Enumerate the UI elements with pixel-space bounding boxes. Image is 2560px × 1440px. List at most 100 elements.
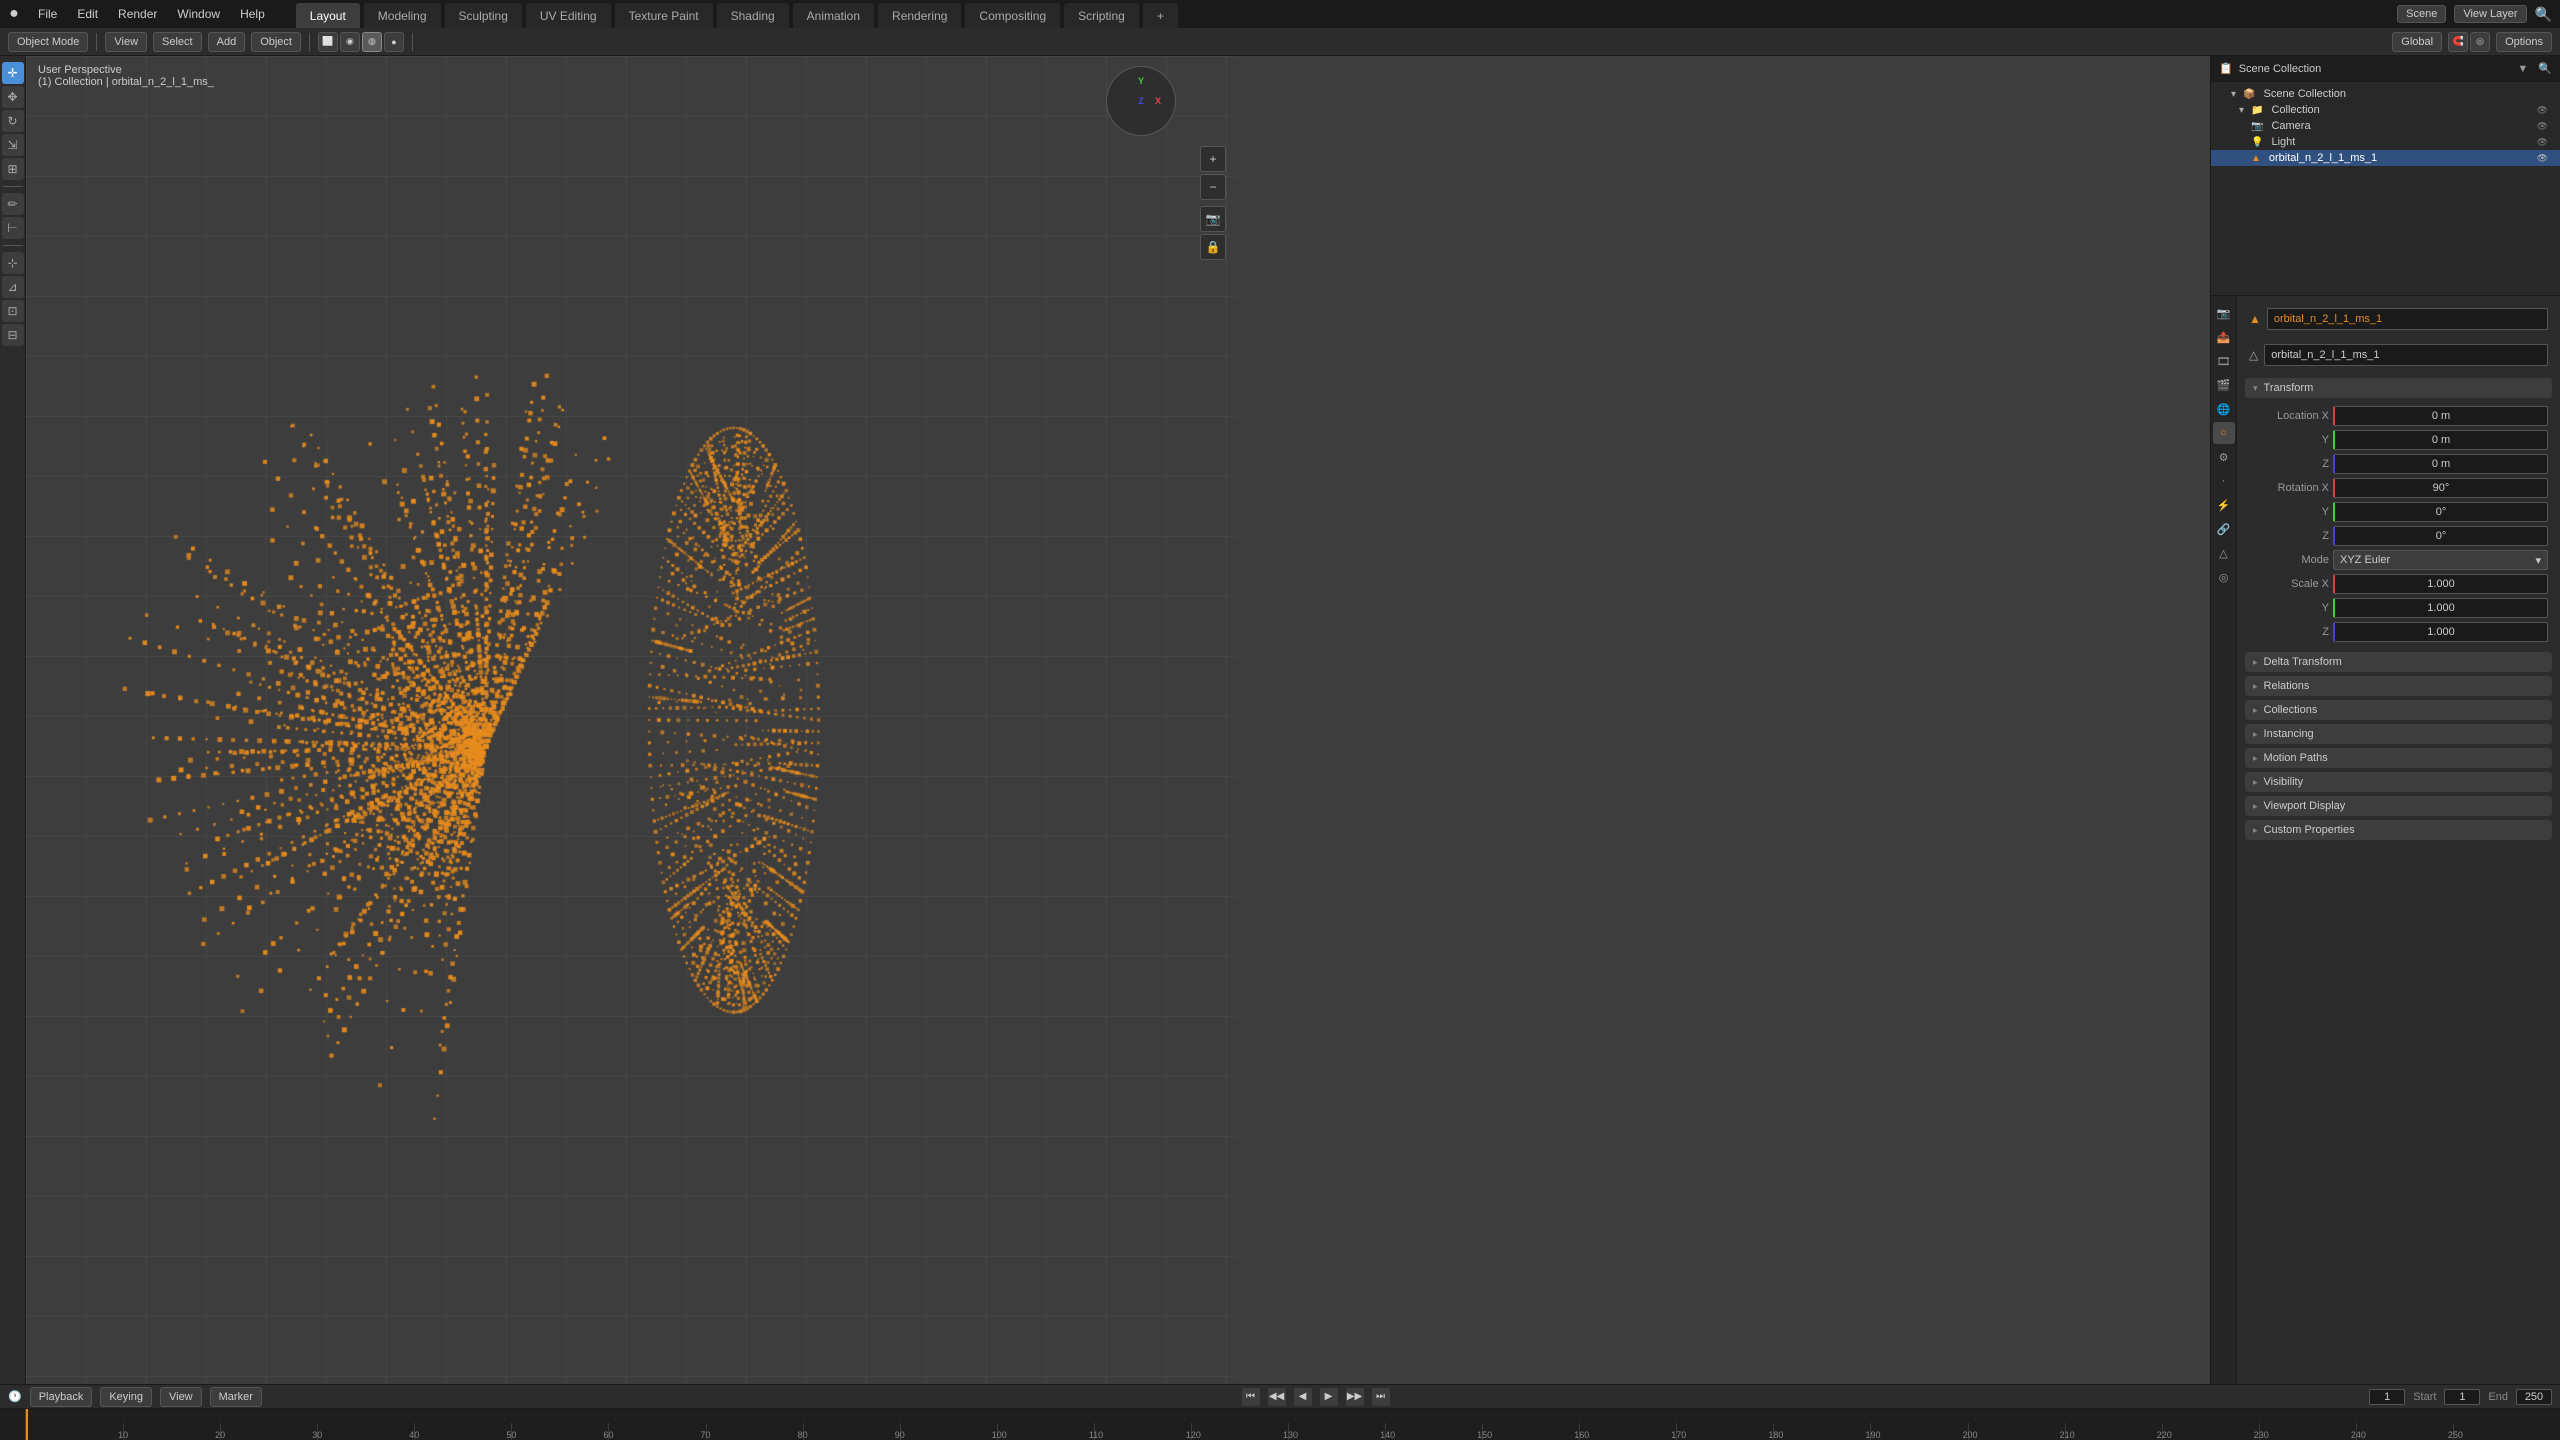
tab-sculpting[interactable]: Sculpting [444, 2, 523, 28]
rotation-x[interactable]: 90° [2333, 478, 2548, 498]
mesh-vis-icon[interactable]: 👁 [2537, 153, 2548, 164]
outliner-mesh-object[interactable]: ▲ orbital_n_2_l_1_ms_1 👁 [2211, 150, 2560, 166]
next-keyframe-btn[interactable]: ▶▶ [1346, 1388, 1364, 1406]
tab-modeling[interactable]: Modeling [363, 2, 442, 28]
current-frame-field[interactable]: 1 [2369, 1389, 2405, 1405]
camera-view-button[interactable]: 📷 [1200, 206, 1226, 232]
tab-uv-editing[interactable]: UV Editing [525, 2, 612, 28]
start-frame-field[interactable]: 1 [2444, 1389, 2480, 1405]
outliner-filter-icon[interactable]: ▼ [2517, 63, 2528, 75]
main-viewport[interactable]: User Perspective (1) Collection | orbita… [26, 56, 1236, 1384]
wireframe-mode[interactable]: ⬜ [318, 32, 338, 52]
annotate-tool[interactable]: ✏ [2, 193, 24, 215]
playback-menu[interactable]: Playback [30, 1387, 93, 1407]
view-layer-selector[interactable]: View Layer [2454, 5, 2526, 23]
rendered-mode[interactable]: ● [384, 32, 404, 52]
scale-y[interactable]: 1.000 [2333, 598, 2548, 618]
play-reverse-btn[interactable]: ◀ [1294, 1388, 1312, 1406]
outliner-collection[interactable]: ▾ 📁 Collection 👁 [2211, 102, 2560, 118]
measure-tool[interactable]: ⊢ [2, 217, 24, 239]
props-scene-icon[interactable]: 🎬 [2213, 374, 2235, 396]
relations-header[interactable]: ▸ Relations [2245, 676, 2552, 696]
scale-z[interactable]: 1.000 [2333, 622, 2548, 642]
rotate-tool[interactable]: ↻ [2, 110, 24, 132]
object-menu[interactable]: Object [251, 32, 301, 52]
scene-selector[interactable]: Scene [2397, 5, 2446, 23]
add-menu[interactable]: Add [208, 32, 246, 52]
menu-file[interactable]: File [28, 0, 67, 28]
tab-scripting[interactable]: Scripting [1063, 2, 1140, 28]
jump-to-end-btn[interactable]: ⏭ [1372, 1388, 1390, 1406]
collections-header[interactable]: ▸ Collections [2245, 700, 2552, 720]
outliner-light[interactable]: 💡 Light 👁 [2211, 134, 2560, 150]
light-vis-icon[interactable]: 👁 [2537, 137, 2548, 148]
tab-layout[interactable]: Layout [295, 2, 361, 28]
search-icon[interactable]: 🔍 [2535, 6, 2552, 23]
extra-tool-3[interactable]: ⊡ [2, 300, 24, 322]
props-particles-icon[interactable]: · [2213, 470, 2235, 492]
props-object-icon[interactable]: ○ [2213, 422, 2235, 444]
timeline-ruler[interactable]: 1020304050607080901001101201301401501601… [0, 1409, 2560, 1440]
camera-vis-icon[interactable]: 👁 [2537, 121, 2548, 132]
tab-compositing[interactable]: Compositing [964, 2, 1061, 28]
delta-transform-header[interactable]: ▸ Delta Transform [2245, 652, 2552, 672]
timeline-clock-icon[interactable]: 🕐 [8, 1390, 22, 1403]
cursor-tool[interactable]: ✛ [2, 62, 24, 84]
extra-tool-4[interactable]: ⊟ [2, 324, 24, 346]
instancing-header[interactable]: ▸ Instancing [2245, 724, 2552, 744]
props-data-icon[interactable]: △ [2213, 542, 2235, 564]
tab-texture-paint[interactable]: Texture Paint [614, 2, 714, 28]
visibility-header[interactable]: ▸ Visibility [2245, 772, 2552, 792]
marker-menu[interactable]: Marker [210, 1387, 262, 1407]
scale-tool[interactable]: ⇲ [2, 134, 24, 156]
transform-global[interactable]: Global [2392, 32, 2442, 52]
select-menu[interactable]: Select [153, 32, 202, 52]
data-name-field[interactable]: orbital_n_2_l_1_ms_1 [2264, 344, 2548, 366]
proportional-edit-icon[interactable]: ◎ [2470, 32, 2490, 52]
location-x[interactable]: 0 m [2333, 406, 2548, 426]
rotation-mode-dropdown[interactable]: XYZ Euler ▾ [2333, 550, 2548, 570]
menu-edit[interactable]: Edit [67, 0, 108, 28]
menu-render[interactable]: Render [108, 0, 167, 28]
object-name-field[interactable]: orbital_n_2_l_1_ms_1 [2267, 308, 2548, 330]
view-menu-timeline[interactable]: View [160, 1387, 202, 1407]
end-frame-field[interactable]: 250 [2516, 1389, 2552, 1405]
options-menu[interactable]: Options [2496, 32, 2552, 52]
magnet-icon[interactable]: 🧲 [2448, 32, 2468, 52]
lookdev-mode[interactable]: ◍ [362, 32, 382, 52]
lock-view-button[interactable]: 🔒 [1200, 234, 1226, 260]
move-tool[interactable]: ✥ [2, 86, 24, 108]
props-physics-icon[interactable]: ⚡ [2213, 494, 2235, 516]
extra-tool-1[interactable]: ⊹ [2, 252, 24, 274]
props-render-icon[interactable]: 📷 [2213, 302, 2235, 324]
location-z[interactable]: 0 m [2333, 454, 2548, 474]
zoom-out-button[interactable]: − [1200, 174, 1226, 200]
keying-menu[interactable]: Keying [100, 1387, 152, 1407]
rotation-z[interactable]: 0° [2333, 526, 2548, 546]
props-output-icon[interactable]: 📤 [2213, 326, 2235, 348]
outliner-camera[interactable]: 📷 Camera 👁 [2211, 118, 2560, 134]
outliner-search-icon[interactable]: 🔍 [2538, 62, 2552, 75]
solid-mode[interactable]: ◉ [340, 32, 360, 52]
props-view-layer-icon[interactable]: 🎞 [2213, 350, 2235, 372]
zoom-in-button[interactable]: + [1200, 146, 1226, 172]
extra-tool-2[interactable]: ⊿ [2, 276, 24, 298]
view-menu[interactable]: View [105, 32, 147, 52]
props-constraint-icon[interactable]: 🔗 [2213, 518, 2235, 540]
play-btn[interactable]: ▶ [1320, 1388, 1338, 1406]
jump-to-start-btn[interactable]: ⏮ [1242, 1388, 1260, 1406]
scale-x[interactable]: 1.000 [2333, 574, 2548, 594]
navigation-gizmo[interactable]: X Y Z [1106, 66, 1186, 146]
props-material-icon[interactable]: ◎ [2213, 566, 2235, 588]
props-world-icon[interactable]: 🌐 [2213, 398, 2235, 420]
props-modifier-icon[interactable]: ⚙ [2213, 446, 2235, 468]
menu-window[interactable]: Window [167, 0, 230, 28]
tab-shading[interactable]: Shading [716, 2, 790, 28]
transform-header[interactable]: ▾ Transform [2245, 378, 2552, 398]
tab-rendering[interactable]: Rendering [877, 2, 962, 28]
rotation-y[interactable]: 0° [2333, 502, 2548, 522]
outliner-scene-collection[interactable]: ▾ 📦 Scene Collection [2211, 86, 2560, 102]
visibility-eye[interactable]: 👁 [2537, 105, 2548, 116]
prev-keyframe-btn[interactable]: ◀◀ [1268, 1388, 1286, 1406]
location-y[interactable]: 0 m [2333, 430, 2548, 450]
